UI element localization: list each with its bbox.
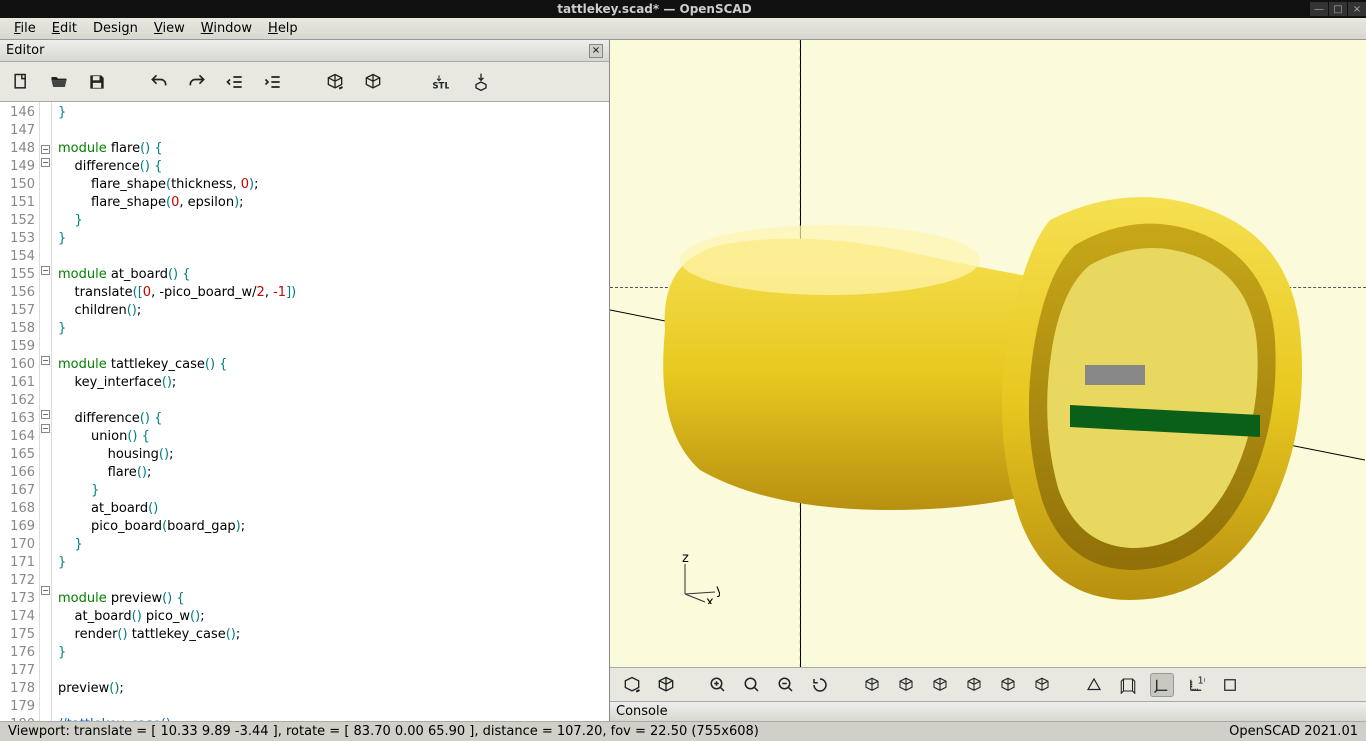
redo-button[interactable] [186,71,208,93]
vt-view-left-button[interactable] [962,673,986,697]
export-stl-button[interactable]: STL [424,71,454,93]
editor-toolbar: STL [0,62,609,102]
viewer-toolbar: 10 [610,667,1366,701]
window-close-button[interactable]: × [1348,2,1366,16]
unindent-button[interactable] [224,71,246,93]
console-header[interactable]: Console [610,701,1366,721]
undo-button[interactable] [148,71,170,93]
fold-gutter[interactable]: −−−−−−− [40,102,52,721]
editor-header: Editor × [0,40,609,62]
svg-text:z: z [682,554,689,566]
vt-preview-button[interactable] [620,673,644,697]
menubar: File Edit Design View Window Help [0,18,1366,40]
svg-text:x: x [706,595,714,604]
menu-edit[interactable]: Edit [44,19,85,38]
vt-zoom-out-button[interactable] [774,673,798,697]
window-maximize-button[interactable]: □ [1329,2,1347,16]
vt-view-top-button[interactable] [894,673,918,697]
vt-show-crosshair-button[interactable] [1218,673,1242,697]
open-file-button[interactable] [48,71,70,93]
vt-view-front-button[interactable] [996,673,1020,697]
line-number-gutter: 1461471481491501511521531541551561571581… [0,102,40,721]
3d-viewport[interactable]: z y x [610,40,1366,667]
new-file-button[interactable] [10,71,32,93]
status-version: OpenSCAD 2021.01 [1229,724,1358,739]
preview-button[interactable] [324,71,346,93]
svg-text:y: y [716,583,720,598]
viewer-pane: z y x 10 [610,40,1366,721]
vt-orthographic-button[interactable] [1116,673,1140,697]
save-file-button[interactable] [86,71,108,93]
vt-view-back-button[interactable] [1030,673,1054,697]
vt-reset-view-button[interactable] [808,673,832,697]
render-button[interactable] [362,71,384,93]
rendered-model [630,190,1330,630]
console-header-label: Console [616,704,668,719]
editor-header-label: Editor [6,43,44,58]
code-editor[interactable]: 1461471481491501511521531541551561571581… [0,102,609,721]
menu-help[interactable]: Help [260,19,306,38]
statusbar: Viewport: translate = [ 10.33 9.89 -3.44… [0,721,1366,741]
menu-window[interactable]: Window [193,19,260,38]
menu-design[interactable]: Design [85,19,146,38]
indent-button[interactable] [262,71,284,93]
vt-view-right-button[interactable] [860,673,884,697]
status-viewport-info: Viewport: translate = [ 10.33 9.89 -3.44… [8,724,759,739]
svg-text:10: 10 [1198,676,1206,687]
svg-text:STL: STL [432,81,449,91]
window-title: tattlekey.scad* — OpenSCAD [0,2,1309,16]
vt-show-scale-button[interactable]: 10 [1184,673,1208,697]
editor-close-button[interactable]: × [589,44,603,58]
menu-file[interactable]: File [6,19,44,38]
window-titlebar: tattlekey.scad* — OpenSCAD — □ × [0,0,1366,18]
vt-show-axes-button[interactable] [1150,673,1174,697]
axis-gizmo: z y x [670,554,720,607]
vt-zoom-in-button[interactable] [706,673,730,697]
menu-view[interactable]: View [146,19,193,38]
vt-perspective-button[interactable] [1082,673,1106,697]
send-to-printer-button[interactable] [470,71,492,93]
window-minimize-button[interactable]: — [1310,2,1328,16]
code-text[interactable]: } module flare() { difference() { flare_… [52,102,609,721]
vt-view-bottom-button[interactable] [928,673,952,697]
vt-render-button[interactable] [654,673,678,697]
editor-pane: Editor × STL 146147148149150151152153154… [0,40,610,721]
vt-zoom-fit-button[interactable] [740,673,764,697]
